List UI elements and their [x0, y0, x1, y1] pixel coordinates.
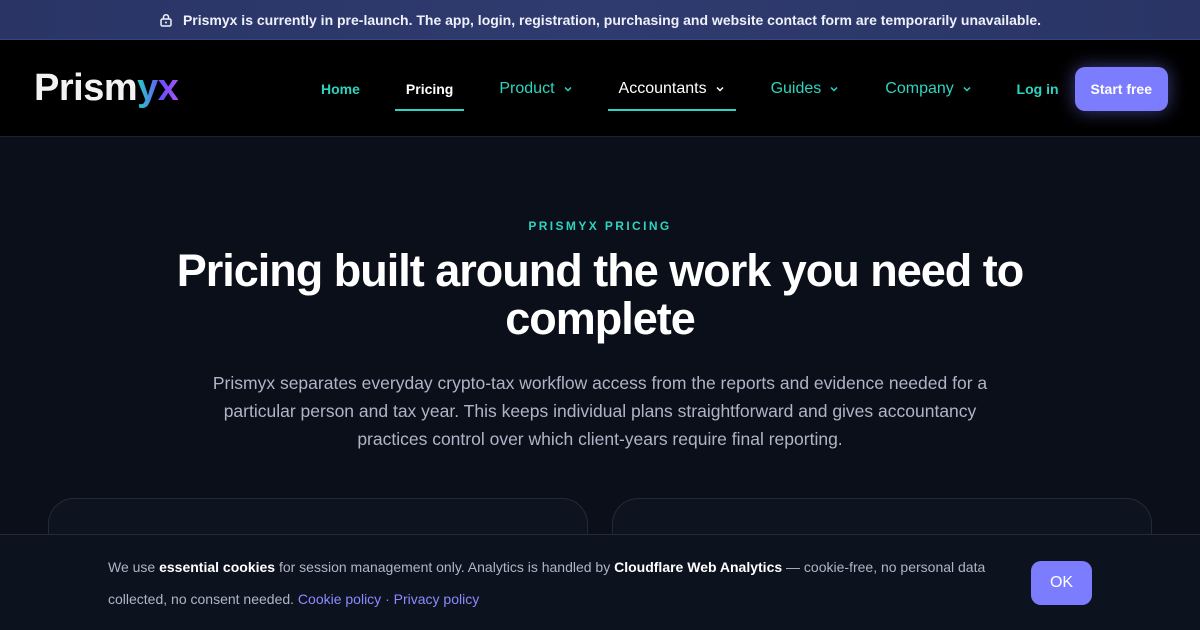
chevron-down-icon: [715, 84, 725, 94]
pricing-hero: PRISMYX PRICING Pricing built around the…: [0, 219, 1200, 453]
nav-accountants[interactable]: Accountants: [607, 40, 736, 137]
start-free-button[interactable]: Start free: [1074, 66, 1168, 111]
nav-actions: Log in Start free: [1017, 40, 1168, 137]
cookie-policy-link[interactable]: Cookie policy: [298, 591, 381, 607]
privacy-policy-link[interactable]: Privacy policy: [394, 591, 480, 607]
chevron-down-icon: [962, 84, 972, 94]
logo[interactable]: Prism yx: [34, 66, 179, 110]
logo-text-accent: yx: [137, 66, 179, 109]
cookie-text-part: We use: [108, 558, 160, 575]
cookie-text-strong: essential cookies: [159, 558, 276, 575]
nav-accountants-label: Accountants: [618, 79, 707, 97]
nav-company[interactable]: Company: [874, 40, 982, 137]
hero-description: Prismyx separates everyday crypto-tax wo…: [212, 373, 988, 449]
link-separator: ·: [381, 590, 394, 607]
logo-text-main: Prism: [34, 66, 138, 109]
eyebrow-label: PRISMYX PRICING: [528, 219, 672, 233]
nav-pricing[interactable]: Pricing: [394, 40, 465, 137]
cookie-text-strong: Cloudflare Web Analytics: [614, 558, 783, 575]
nav-company-label: Company: [885, 79, 954, 97]
prelaunch-banner: Prismyx is currently in pre-launch. The …: [0, 0, 1200, 40]
lock-icon: [159, 13, 173, 27]
cookie-text: We use essential cookies for session man…: [108, 551, 988, 615]
nav-guides-label: Guides: [770, 79, 822, 97]
cookie-text-part: for session management only. Analytics i…: [275, 558, 615, 575]
nav-product[interactable]: Product: [488, 40, 583, 137]
nav-product-label: Product: [499, 79, 555, 97]
chevron-down-icon: [829, 84, 839, 94]
chevron-down-icon: [563, 84, 573, 94]
top-nav: Prism yx Home Pricing Product Accountants…: [0, 40, 1200, 137]
login-link[interactable]: Log in: [1017, 81, 1059, 97]
nav-home[interactable]: Home: [310, 40, 371, 137]
cookie-ok-button[interactable]: OK: [1031, 561, 1092, 605]
main-menu: Home Pricing Product Accountants Guides …: [310, 40, 1007, 137]
cookie-banner: We use essential cookies for session man…: [0, 534, 1200, 630]
banner-text: Prismyx is currently in pre-launch. The …: [182, 11, 1042, 28]
nav-home-label: Home: [321, 80, 360, 97]
nav-guides[interactable]: Guides: [760, 40, 851, 137]
nav-pricing-label: Pricing: [405, 80, 454, 97]
page-title: Pricing built around the work you need t…: [176, 245, 1025, 344]
